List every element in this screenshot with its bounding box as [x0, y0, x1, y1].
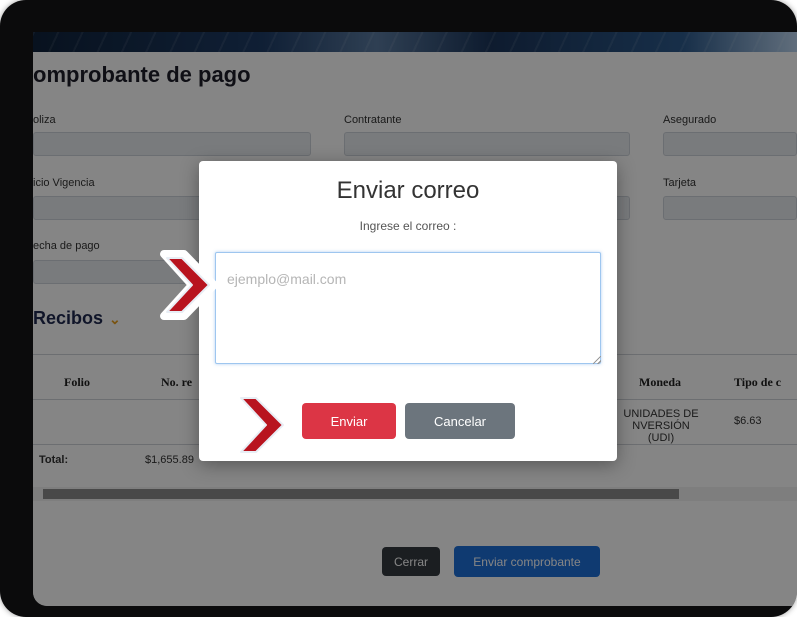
chevron-right-icon: [234, 390, 292, 460]
tablet-frame: omprobante de pago oliza Contratante Ase…: [0, 0, 797, 617]
send-button[interactable]: Enviar: [302, 403, 396, 439]
modal-title: Enviar correo: [336, 177, 480, 204]
app-screen: omprobante de pago oliza Contratante Ase…: [33, 32, 797, 606]
modal-subtitle: Ingrese el correo :: [359, 219, 457, 233]
resize-handle-icon[interactable]: [593, 356, 601, 364]
chevron-right-icon: [160, 250, 218, 320]
cancel-button[interactable]: Cancelar: [405, 403, 515, 439]
email-input[interactable]: [215, 252, 601, 364]
